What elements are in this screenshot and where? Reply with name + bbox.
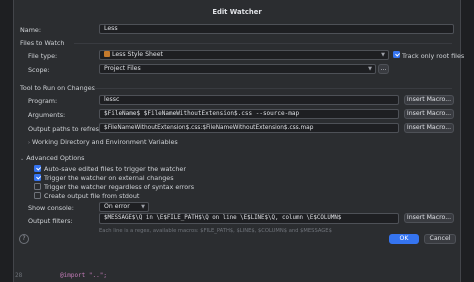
output-filters-input[interactable]: $MESSAGE$\Q in \E$FILE_PATH$\Q on line \… <box>99 213 399 224</box>
editor-code-line: @import ".."; <box>60 272 107 279</box>
less-file-icon <box>104 51 110 57</box>
program-insert-macro-button[interactable]: Insert Macro... <box>404 95 454 105</box>
external-changes-label: Trigger the watcher on external changes <box>44 174 174 182</box>
file-type-label: File type: <box>28 52 58 60</box>
name-input[interactable]: Less <box>99 24 454 34</box>
help-button[interactable]: ? <box>19 234 29 244</box>
auto-save-label: Auto-save edited files to trigger the wa… <box>44 165 186 173</box>
external-changes-checkbox[interactable] <box>34 174 41 181</box>
track-only-root-files-checkbox[interactable] <box>393 51 400 58</box>
stdout-output-checkbox[interactable] <box>34 192 41 199</box>
scope-label: Scope: <box>28 66 50 74</box>
editor-background-right <box>461 0 474 282</box>
chevron-down-icon: ⌄ <box>20 156 25 162</box>
editor-background-left <box>0 0 13 282</box>
advanced-options-toggle[interactable]: ⌄ Advanced Options <box>20 154 85 162</box>
working-directory-label: Working Directory and Environment Variab… <box>32 138 178 146</box>
scope-value: Project Files <box>104 65 141 72</box>
scope-browse-button[interactable]: ... <box>378 64 389 74</box>
ok-button[interactable]: OK <box>389 234 419 244</box>
show-console-label: Show console: <box>28 204 74 212</box>
dialog-title: Edit Watcher <box>212 8 262 16</box>
advanced-options-header: Advanced Options <box>26 154 85 162</box>
stdout-output-label: Create output file from stdout <box>44 192 140 200</box>
name-label: Name: <box>20 26 42 34</box>
show-console-select[interactable]: On error ▼ <box>99 202 149 212</box>
program-label: Program: <box>28 97 58 105</box>
arguments-input[interactable]: $FileName$ $FileNameWithoutExtension$.cs… <box>99 109 399 119</box>
cancel-button[interactable]: Cancel <box>424 234 456 244</box>
show-console-value: On error <box>104 203 130 210</box>
output-insert-macro-button[interactable]: Insert Macro... <box>404 123 454 133</box>
file-type-value: Less Style Sheet <box>112 51 163 58</box>
tool-separator <box>94 88 452 89</box>
working-directory-toggle[interactable]: › Working Directory and Environment Vari… <box>28 138 178 146</box>
files-to-watch-separator <box>74 43 452 44</box>
output-filters-label: Output filters: <box>28 217 73 225</box>
syntax-errors-label: Trigger the watcher regardless of syntax… <box>44 183 195 191</box>
scope-select[interactable]: Project Files ▼ <box>99 64 376 74</box>
output-paths-label: Output paths to refresh: <box>28 125 106 133</box>
arguments-insert-macro-button[interactable]: Insert Macro... <box>404 109 454 119</box>
chevron-down-icon: ▼ <box>368 66 372 72</box>
auto-save-checkbox[interactable] <box>34 165 41 172</box>
chevron-right-icon: › <box>28 140 30 146</box>
file-type-select[interactable]: Less Style Sheet ▼ <box>99 50 389 60</box>
chevron-down-icon: ▼ <box>381 52 385 58</box>
editor-line-number: 28 <box>15 272 23 279</box>
output-filters-insert-macro-button[interactable]: Insert Macro... <box>404 213 454 223</box>
track-only-root-files-label: Track only root files <box>402 52 465 60</box>
tool-header: Tool to Run on Changes <box>20 84 95 92</box>
output-filters-hint: Each line is a regex, available macros: … <box>99 228 332 234</box>
arguments-label: Arguments: <box>28 111 66 119</box>
files-to-watch-header: Files to Watch <box>20 39 65 47</box>
syntax-errors-checkbox[interactable] <box>34 183 41 190</box>
chevron-down-icon: ▼ <box>141 204 145 210</box>
output-paths-input[interactable]: $FileNameWithoutExtension$.css:$FileName… <box>99 123 399 133</box>
edit-watcher-dialog: Edit Watcher Name: Less Files to Watch F… <box>13 0 465 282</box>
program-input[interactable]: lessc <box>99 95 399 105</box>
